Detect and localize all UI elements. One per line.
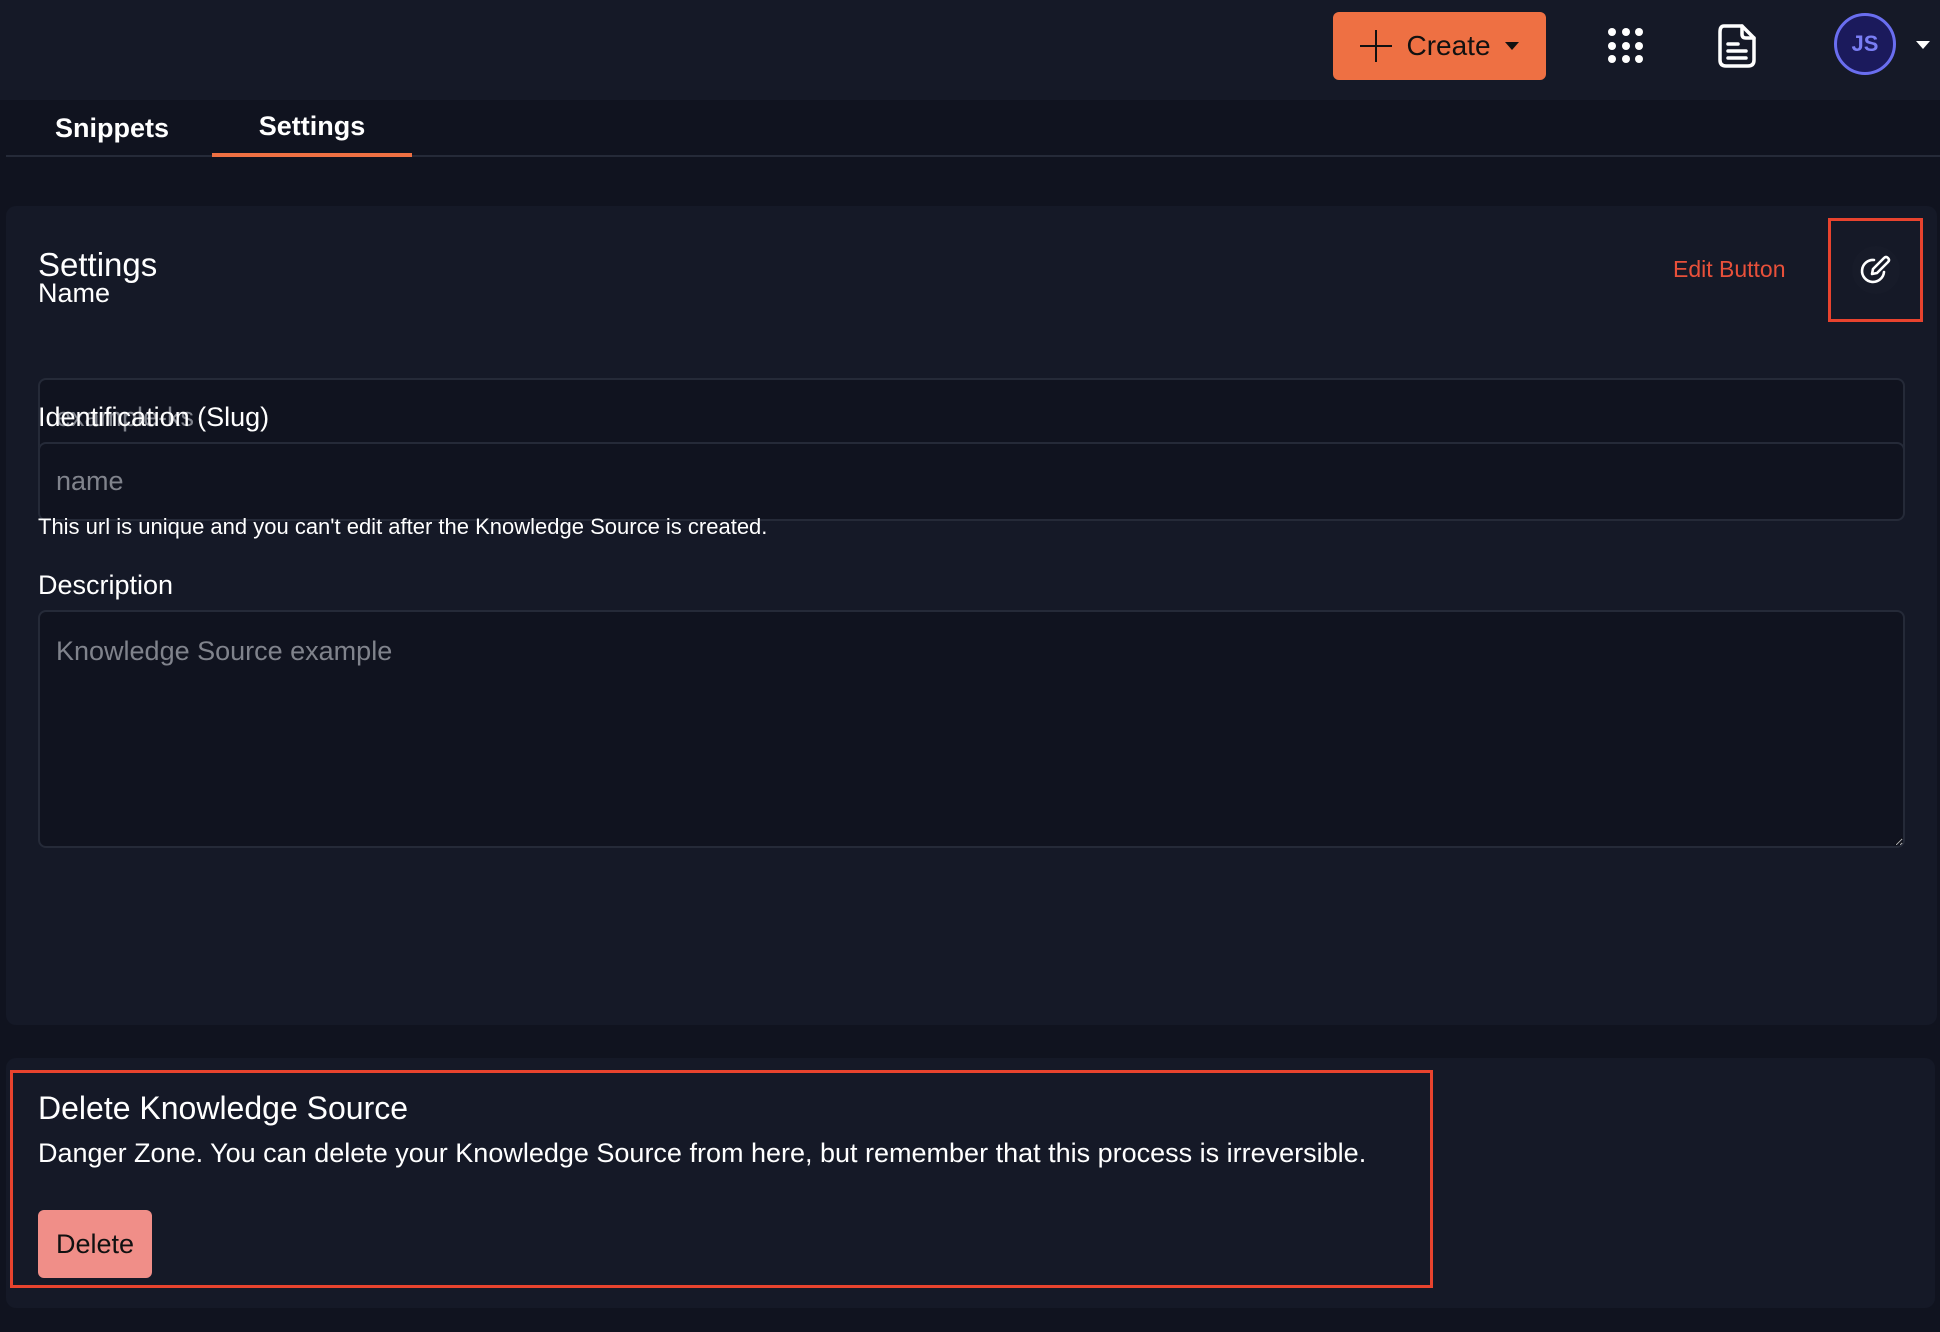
tab-bar: Snippets Settings [6, 100, 1940, 157]
apps-grid-icon[interactable] [1608, 28, 1644, 64]
create-button-label: Create [1406, 30, 1491, 61]
caret-down-icon [1504, 42, 1519, 50]
user-menu-caret-icon[interactable] [1916, 41, 1930, 49]
top-bar: Create JS [0, 0, 1940, 100]
tab-settings-label: Settings [258, 111, 366, 141]
tab-settings[interactable]: Settings [212, 100, 412, 157]
user-avatar[interactable]: JS [1834, 13, 1896, 75]
slug-label: Identification (Slug) [38, 402, 270, 432]
create-button[interactable]: Create [1333, 12, 1546, 80]
edit-pencil-icon [1860, 255, 1891, 284]
tab-snippets[interactable]: Snippets [12, 100, 212, 157]
description-label: Description [38, 570, 174, 600]
danger-zone-card: Delete Knowledge Source Danger Zone. You… [6, 1058, 1935, 1308]
edit-button[interactable] [1852, 246, 1900, 294]
danger-zone-title: Delete Knowledge Source [38, 1090, 409, 1126]
plus-icon [1360, 30, 1393, 62]
danger-zone-description: Danger Zone. You can delete your Knowled… [38, 1138, 1367, 1168]
name-label: Name [38, 278, 111, 308]
slug-input[interactable] [38, 442, 1905, 521]
settings-card: Settings Edit Button Name Identification… [6, 206, 1937, 1025]
description-textarea[interactable] [38, 610, 1905, 848]
document-icon[interactable] [1718, 24, 1756, 68]
slug-helper-text: This url is unique and you can't edit af… [38, 514, 768, 539]
avatar-initials: JS [1851, 31, 1879, 56]
tab-snippets-label: Snippets [54, 113, 169, 143]
edit-button-annotation: Edit Button [1673, 256, 1786, 282]
delete-button[interactable]: Delete [38, 1210, 152, 1278]
